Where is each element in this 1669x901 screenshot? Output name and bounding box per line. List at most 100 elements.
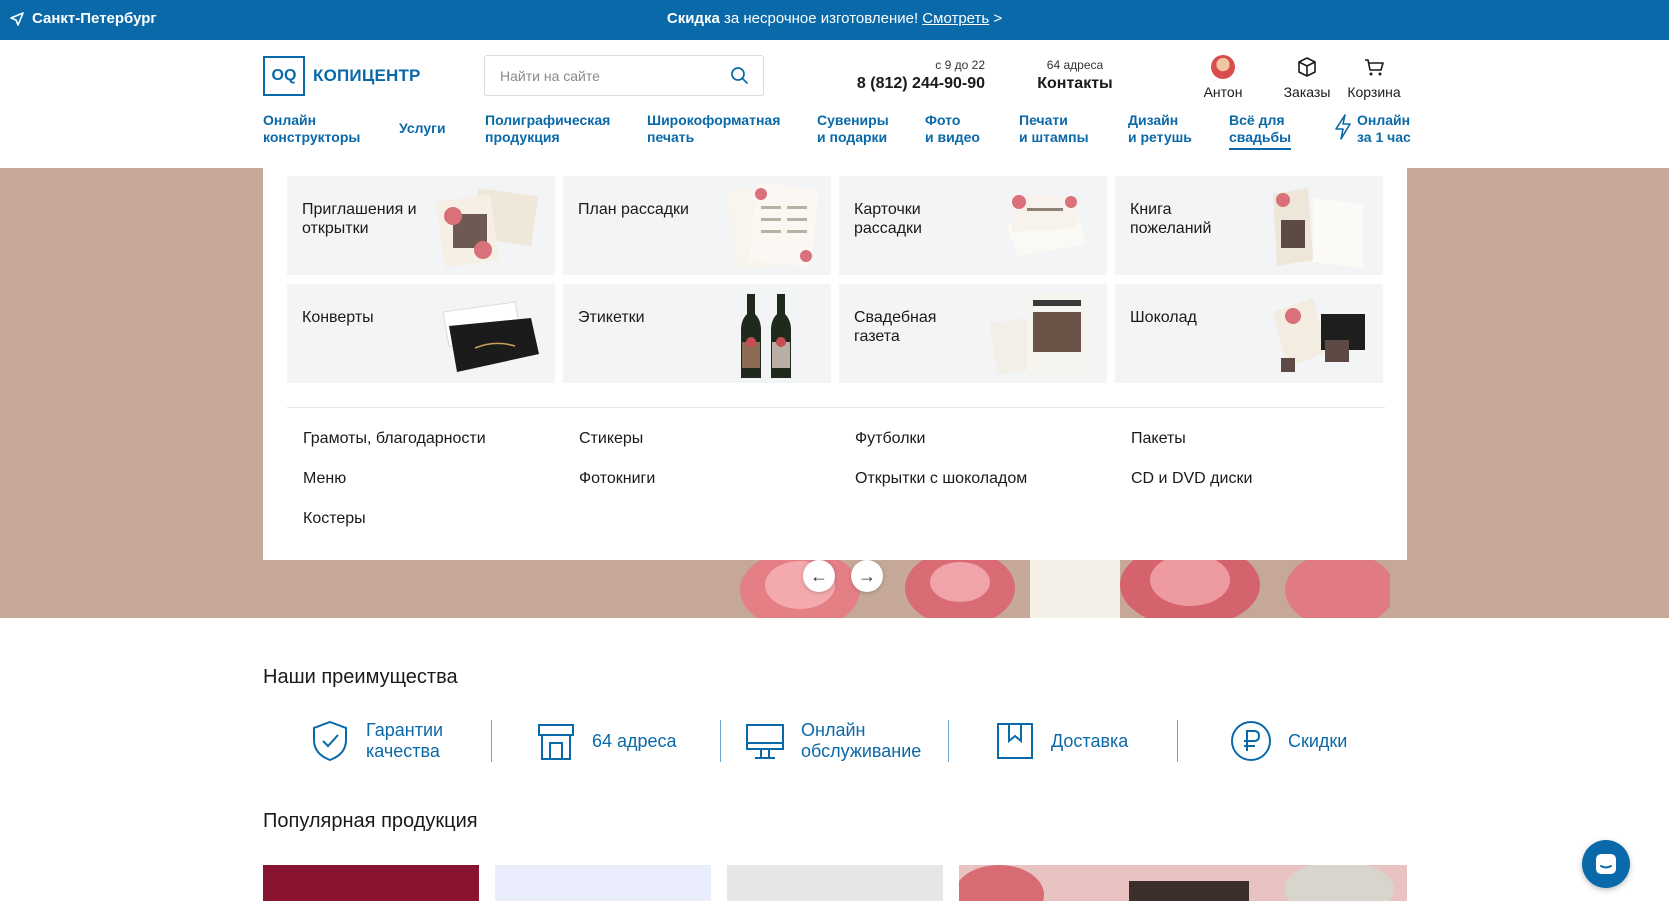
mega-menu: Приглашения и открытки План рассадки Кар… — [263, 168, 1407, 560]
avatar — [1211, 55, 1235, 79]
nav-souvenirs[interactable]: Сувениры и подарки — [817, 112, 889, 146]
advantage-line1: Онлайн — [801, 720, 866, 740]
slider-prev-button[interactable]: ← — [803, 560, 835, 592]
advantage-divider — [1177, 720, 1178, 762]
ruble-icon — [1231, 721, 1271, 761]
guest-book-image — [1273, 188, 1363, 268]
link-certificates[interactable]: Грамоты, благодарности — [303, 430, 486, 448]
logo[interactable]: OQ КОПИЦЕНТР — [263, 56, 421, 96]
popular-title: Популярная продукция — [263, 810, 478, 832]
nav-line1: Дизайн — [1128, 112, 1179, 128]
card-title: Этикетки — [578, 309, 645, 326]
product-card[interactable] — [727, 865, 943, 901]
link-menu[interactable]: Меню — [303, 470, 346, 488]
nav-wide-format[interactable]: Широкоформатная печать — [647, 112, 780, 146]
advantage-line2: обслуживание — [801, 741, 922, 761]
product-card[interactable] — [495, 865, 711, 901]
link-chocolate-cards[interactable]: Открытки с шоколадом — [855, 470, 1027, 488]
seating-plan-image — [724, 184, 819, 270]
nav-wedding[interactable]: Всё для свадьбы — [1229, 112, 1292, 150]
user-account[interactable]: Антон — [1191, 55, 1255, 100]
advantage-line1: 64 адреса — [592, 730, 677, 751]
nav-line1: Широкоформатная — [647, 112, 781, 128]
nav-line2: и видео — [925, 129, 980, 145]
lightning-icon — [1335, 114, 1351, 140]
main-nav: Онлайн конструкторы Услуги Полиграфическа… — [263, 112, 1413, 152]
advantage-quality[interactable]: Гарантии качества — [310, 718, 443, 764]
card-chocolate[interactable]: Шоколад — [1115, 284, 1383, 383]
nav-printing[interactable]: Полиграфическая продукция — [485, 112, 610, 146]
link-cd-dvd[interactable]: CD и DVD диски — [1131, 470, 1252, 488]
storefront-icon — [538, 724, 574, 760]
cart-button[interactable]: Корзина — [1342, 55, 1406, 100]
card-guest-book[interactable]: Книга пожеланий — [1115, 176, 1383, 275]
card-title: Карточки рассадки — [854, 201, 922, 237]
orders-label: Заказы — [1283, 84, 1331, 100]
nav-line2: свадьбы — [1229, 129, 1292, 145]
chocolate-image — [1273, 298, 1365, 372]
package-icon — [997, 723, 1033, 759]
card-invitations[interactable]: Приглашения и открытки — [287, 176, 555, 275]
card-envelopes[interactable]: Конверты — [287, 284, 555, 383]
nav-services[interactable]: Услуги — [399, 120, 446, 137]
link-bags[interactable]: Пакеты — [1131, 430, 1186, 448]
nav-online-constructors[interactable]: Онлайн конструкторы — [263, 112, 360, 146]
phone-number[interactable]: 8 (812) 244-90-90 — [840, 75, 985, 93]
nav-online-1-hour[interactable]: Онлайн за 1 час — [1357, 112, 1411, 146]
product-card[interactable] — [959, 865, 1407, 901]
nav-design[interactable]: Дизайн и ретушь — [1128, 112, 1192, 146]
nav-line1: Онлайн — [263, 112, 317, 128]
card-wedding-newspaper[interactable]: Свадебная газета — [839, 284, 1107, 383]
advantage-discounts[interactable]: Скидки — [1230, 718, 1347, 764]
phone-block: с 9 до 22 8 (812) 244-90-90 — [840, 58, 985, 93]
contacts-link[interactable]: Контакты — [1020, 75, 1130, 93]
promo-message: за несрочное изготовление! — [719, 10, 923, 27]
place-cards-image — [1007, 194, 1087, 256]
chat-button[interactable] — [1582, 840, 1630, 888]
logo-mark: OQ — [263, 56, 305, 96]
card-title: План рассадки — [578, 201, 689, 218]
card-title: Книга пожеланий — [1130, 201, 1212, 237]
search-icon[interactable] — [730, 66, 749, 90]
link-stickers[interactable]: Стикеры — [579, 430, 643, 448]
nav-line1: Фото — [925, 112, 961, 128]
promo-bold: Скидка — [666, 10, 720, 27]
cart-icon — [1365, 59, 1384, 76]
link-tshirts[interactable]: Футболки — [855, 430, 925, 448]
advantage-line1: Гарантии — [366, 720, 444, 740]
advantages-title: Наши преимущества — [263, 666, 458, 688]
slider-next-button[interactable]: → — [851, 560, 883, 592]
monitor-icon — [746, 724, 784, 759]
link-photobooks[interactable]: Фотокниги — [579, 470, 655, 488]
newspaper-image — [989, 294, 1087, 376]
nav-line1: Сувениры — [817, 112, 889, 128]
working-hours: с 9 до 22 — [935, 58, 985, 72]
link-coasters[interactable]: Костеры — [303, 510, 366, 528]
bottles-image — [741, 294, 791, 378]
card-title: Конверты — [302, 309, 374, 326]
contacts-block[interactable]: 64 адреса Контакты — [1020, 58, 1130, 93]
nav-stamps[interactable]: Печати и штампы — [1019, 112, 1089, 146]
nav-line2: и подарки — [817, 129, 888, 145]
nav-line1: Всё для — [1229, 112, 1285, 128]
nav-line2: конструкторы — [263, 129, 361, 145]
nav-photo-video[interactable]: Фото и видео — [925, 112, 980, 146]
advantage-line1: Скидки — [1288, 730, 1348, 751]
card-place-cards[interactable]: Карточки рассадки — [839, 176, 1107, 275]
search-input[interactable] — [485, 56, 715, 95]
card-title: Приглашения и открытки — [302, 201, 417, 237]
card-labels[interactable]: Этикетки — [563, 284, 831, 383]
promo-link[interactable]: Смотреть — [922, 10, 989, 27]
nav-line2: и штампы — [1019, 129, 1089, 145]
orders-button[interactable]: Заказы — [1275, 55, 1339, 100]
advantage-delivery[interactable]: Доставка — [995, 718, 1128, 764]
addresses-count: 64 адреса — [1046, 58, 1104, 72]
advantage-addresses[interactable]: 64 адреса — [536, 718, 677, 764]
site-header: OQ КОПИЦЕНТР с 9 до 22 8 (812) 244-90-90… — [0, 40, 1669, 168]
advantage-online-service[interactable]: Онлайн обслуживание — [745, 718, 921, 764]
search-box — [484, 55, 764, 96]
product-card[interactable] — [263, 865, 479, 901]
box-icon — [1298, 57, 1316, 77]
card-seating-plan[interactable]: План рассадки — [563, 176, 831, 275]
advantage-divider — [491, 720, 492, 762]
